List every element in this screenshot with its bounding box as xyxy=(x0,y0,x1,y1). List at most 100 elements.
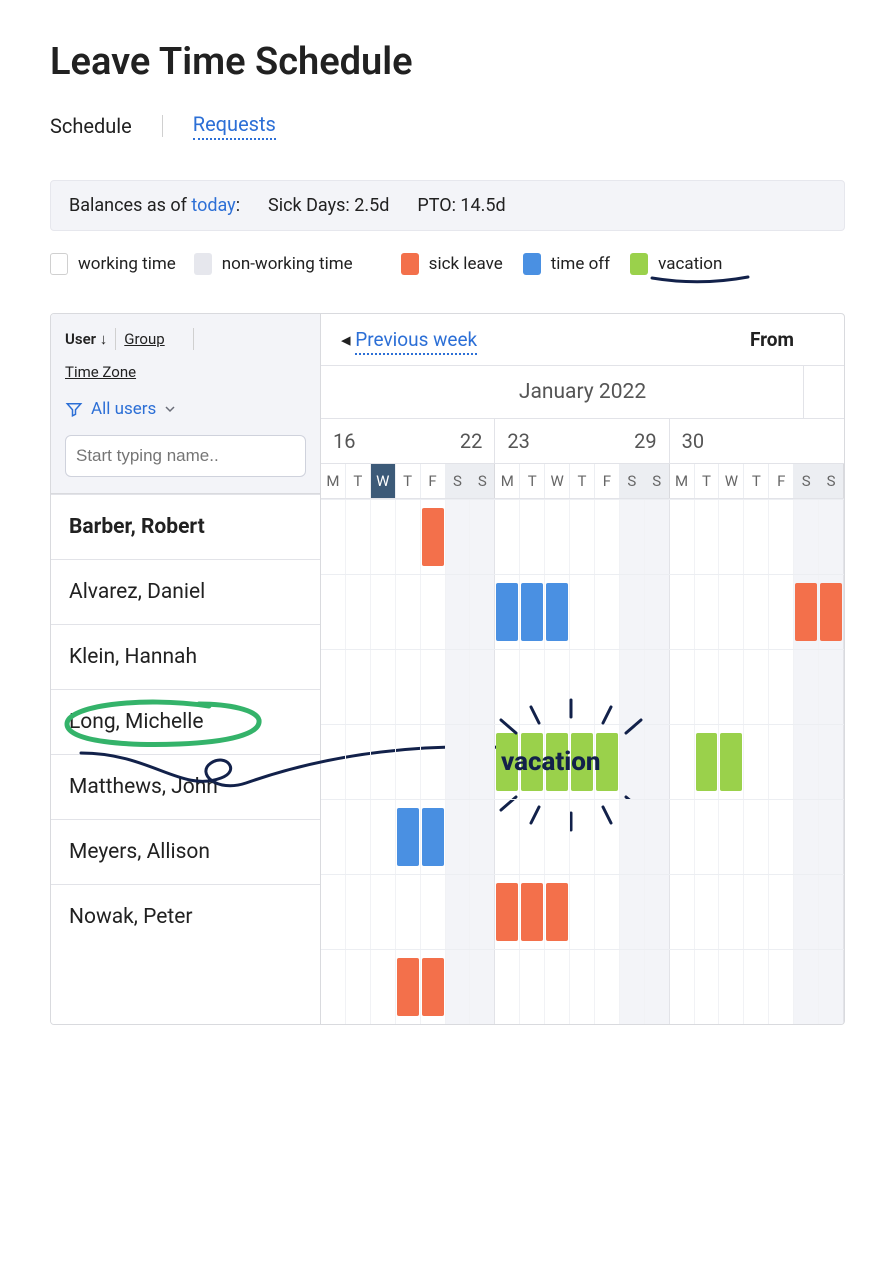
schedule-cell[interactable] xyxy=(794,950,819,1024)
schedule-cell[interactable] xyxy=(570,800,595,874)
schedule-cell[interactable] xyxy=(421,950,446,1024)
schedule-cell[interactable] xyxy=(421,650,446,724)
schedule-cell[interactable] xyxy=(346,800,371,874)
schedule-cell[interactable] xyxy=(570,650,595,724)
schedule-cell[interactable] xyxy=(670,575,695,649)
leave-bar-vacation[interactable] xyxy=(546,733,568,791)
schedule-cell[interactable] xyxy=(495,725,520,799)
schedule-cell[interactable] xyxy=(769,650,794,724)
schedule-cell[interactable] xyxy=(371,875,396,949)
schedule-cell[interactable] xyxy=(396,800,421,874)
schedule-cell[interactable] xyxy=(396,725,421,799)
schedule-cell[interactable] xyxy=(396,575,421,649)
schedule-cell[interactable] xyxy=(620,950,645,1024)
schedule-cell[interactable] xyxy=(719,650,744,724)
schedule-cell[interactable] xyxy=(545,950,570,1024)
schedule-cell[interactable] xyxy=(570,950,595,1024)
schedule-cell[interactable] xyxy=(446,950,471,1024)
leave-bar-sick[interactable] xyxy=(795,583,817,641)
user-row[interactable]: Long, Michelle xyxy=(51,689,320,754)
schedule-cell[interactable] xyxy=(595,725,620,799)
schedule-cell[interactable] xyxy=(371,725,396,799)
leave-bar-vacation[interactable] xyxy=(571,733,593,791)
schedule-cell[interactable] xyxy=(769,725,794,799)
leave-bar-timeoff[interactable] xyxy=(546,583,568,641)
schedule-cell[interactable] xyxy=(371,650,396,724)
schedule-cell[interactable] xyxy=(645,950,670,1024)
schedule-cell[interactable] xyxy=(620,800,645,874)
schedule-cell[interactable] xyxy=(695,500,720,574)
schedule-cell[interactable] xyxy=(470,950,495,1024)
schedule-cell[interactable] xyxy=(545,875,570,949)
schedule-cell[interactable] xyxy=(545,725,570,799)
schedule-cell[interactable] xyxy=(520,650,545,724)
schedule-cell[interactable] xyxy=(396,650,421,724)
schedule-cell[interactable] xyxy=(321,725,346,799)
schedule-cell[interactable] xyxy=(470,575,495,649)
schedule-cell[interactable] xyxy=(719,725,744,799)
schedule-cell[interactable] xyxy=(570,725,595,799)
schedule-cell[interactable] xyxy=(396,500,421,574)
schedule-cell[interactable] xyxy=(371,500,396,574)
schedule-cell[interactable] xyxy=(744,800,769,874)
schedule-cell[interactable] xyxy=(794,575,819,649)
schedule-cell[interactable] xyxy=(346,575,371,649)
schedule-cell[interactable] xyxy=(819,875,844,949)
schedule-cell[interactable] xyxy=(695,875,720,949)
schedule-cell[interactable] xyxy=(396,875,421,949)
schedule-cell[interactable] xyxy=(670,500,695,574)
schedule-cell[interactable] xyxy=(396,950,421,1024)
user-row[interactable]: Meyers, Allison xyxy=(51,819,320,884)
prev-week-link[interactable]: ◂ Previous week xyxy=(341,328,477,351)
schedule-cell[interactable] xyxy=(346,950,371,1024)
schedule-cell[interactable] xyxy=(595,875,620,949)
search-box[interactable] xyxy=(65,435,306,477)
schedule-cell[interactable] xyxy=(495,875,520,949)
schedule-cell[interactable] xyxy=(545,500,570,574)
schedule-cell[interactable] xyxy=(446,725,471,799)
schedule-cell[interactable] xyxy=(470,650,495,724)
schedule-cell[interactable] xyxy=(595,575,620,649)
schedule-cell[interactable] xyxy=(645,500,670,574)
leave-bar-timeoff[interactable] xyxy=(397,808,419,866)
schedule-cell[interactable] xyxy=(520,875,545,949)
schedule-cell[interactable] xyxy=(495,650,520,724)
schedule-cell[interactable] xyxy=(321,500,346,574)
user-row[interactable]: Alvarez, Daniel xyxy=(51,559,320,624)
schedule-cell[interactable] xyxy=(321,875,346,949)
schedule-cell[interactable] xyxy=(769,875,794,949)
schedule-cell[interactable] xyxy=(645,875,670,949)
schedule-cell[interactable] xyxy=(769,575,794,649)
schedule-cell[interactable] xyxy=(744,650,769,724)
user-row[interactable]: Barber, Robert xyxy=(51,494,320,559)
schedule-cell[interactable] xyxy=(695,725,720,799)
schedule-cell[interactable] xyxy=(794,650,819,724)
schedule-cell[interactable] xyxy=(495,950,520,1024)
schedule-cell[interactable] xyxy=(520,725,545,799)
schedule-cell[interactable] xyxy=(321,800,346,874)
user-row[interactable]: Matthews, John xyxy=(51,754,320,819)
schedule-cell[interactable] xyxy=(520,800,545,874)
schedule-cell[interactable] xyxy=(421,800,446,874)
schedule-cell[interactable] xyxy=(794,725,819,799)
schedule-cell[interactable] xyxy=(744,950,769,1024)
user-row[interactable]: Klein, Hannah xyxy=(51,624,320,689)
schedule-cell[interactable] xyxy=(470,875,495,949)
user-filter[interactable]: All users xyxy=(65,399,306,419)
schedule-cell[interactable] xyxy=(446,650,471,724)
schedule-cell[interactable] xyxy=(819,725,844,799)
schedule-cell[interactable] xyxy=(819,800,844,874)
leave-bar-sick[interactable] xyxy=(546,883,568,941)
schedule-cell[interactable] xyxy=(744,875,769,949)
schedule-cell[interactable] xyxy=(645,800,670,874)
schedule-cell[interactable] xyxy=(520,575,545,649)
leave-bar-timeoff[interactable] xyxy=(422,808,444,866)
leave-bar-vacation[interactable] xyxy=(720,733,742,791)
schedule-cell[interactable] xyxy=(520,950,545,1024)
schedule-cell[interactable] xyxy=(620,575,645,649)
leave-bar-timeoff[interactable] xyxy=(496,583,518,641)
schedule-cell[interactable] xyxy=(670,650,695,724)
leave-bar-sick[interactable] xyxy=(422,958,444,1016)
schedule-cell[interactable] xyxy=(769,800,794,874)
schedule-cell[interactable] xyxy=(446,575,471,649)
